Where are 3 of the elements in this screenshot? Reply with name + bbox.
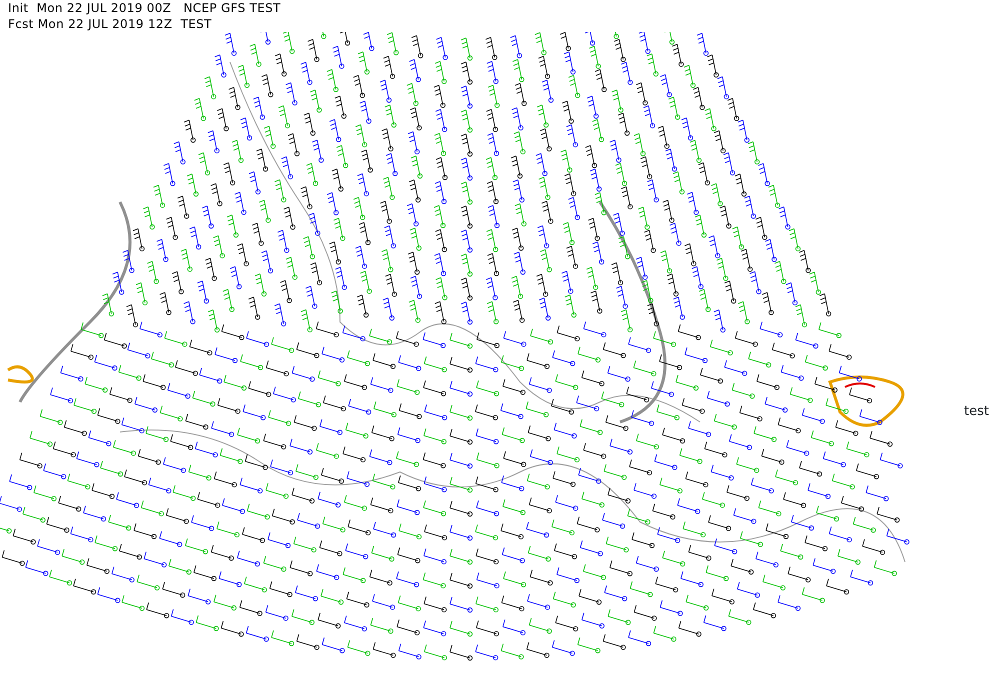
header-line: Init Mon 22 JUL 2019 00Z NCEP GFS TEST bbox=[8, 0, 282, 16]
side-label: test bbox=[964, 403, 989, 418]
header-line: Fcst Mon 22 JUL 2019 12Z TEST bbox=[8, 16, 213, 32]
